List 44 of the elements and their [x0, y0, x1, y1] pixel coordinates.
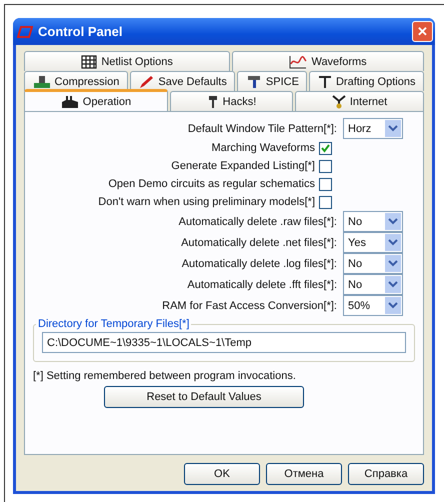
setting-label: Default Window Tile Pattern[*]:: [188, 122, 337, 134]
factory-icon: [60, 94, 79, 108]
setting-label: RAM for Fast Access Conversion[*]:: [162, 300, 337, 312]
tab[interactable]: Drafting Options: [309, 71, 424, 91]
tab[interactable]: Waveforms: [232, 51, 424, 71]
app-icon: [17, 26, 33, 38]
group-label: Directory for Temporary Files[*]: [37, 318, 190, 330]
tab[interactable]: Save Defaults: [130, 71, 236, 91]
reset-button[interactable]: Reset to Default Values: [104, 386, 304, 408]
dropdown[interactable]: No: [343, 253, 403, 274]
window-title: Control Panel: [38, 24, 124, 39]
tab[interactable]: Netlist Options: [24, 51, 230, 71]
tab[interactable]: Compression: [24, 71, 128, 91]
setting-label: Automatically delete .log files[*]:: [182, 258, 337, 270]
setting-label: Automatically delete .net files[*]:: [181, 236, 337, 248]
checkbox[interactable]: [319, 196, 332, 208]
checkbox[interactable]: [319, 160, 332, 172]
setting-label: Generate Expanded Listing[*]: [171, 160, 315, 172]
dropdown[interactable]: 50%: [343, 295, 403, 316]
tab[interactable]: Hacks!: [170, 91, 294, 111]
setting-label: Automatically delete .raw files[*]:: [178, 216, 337, 228]
waveform-icon: [289, 54, 308, 68]
dialog-button[interactable]: OK: [184, 463, 260, 485]
plug-icon: [332, 94, 346, 108]
hammer-icon: [246, 74, 262, 88]
tab[interactable]: Internet: [295, 91, 424, 111]
dialog-button[interactable]: Справка: [348, 463, 424, 485]
dropdown[interactable]: Yes: [343, 232, 403, 253]
dropdown[interactable]: Horz: [343, 118, 403, 139]
checkbox[interactable]: [319, 142, 332, 154]
footnote: [*] Setting remembered between program invocations.: [33, 370, 297, 382]
close-button[interactable]: ✕: [412, 21, 433, 42]
setting-label: Open Demo circuits as regular schematics: [108, 178, 315, 190]
setting-label: Automatically delete .fft files[*]:: [187, 278, 337, 290]
setting-label: Marching Waveforms: [211, 142, 315, 154]
dropdown[interactable]: No: [343, 274, 403, 295]
checkbox[interactable]: [319, 178, 332, 190]
setting-label: Don't warn when using preliminary models[*]: [98, 196, 315, 208]
grid-icon: [81, 54, 98, 68]
tab[interactable]: Operation: [24, 89, 168, 111]
dialog-button[interactable]: Отмена: [266, 463, 342, 485]
input-field[interactable]: C:\DOCUME~1\9335~1\LOCALS~1\Temp: [42, 332, 406, 353]
dropdown[interactable]: No: [343, 211, 403, 232]
tab[interactable]: SPICE: [237, 71, 308, 91]
